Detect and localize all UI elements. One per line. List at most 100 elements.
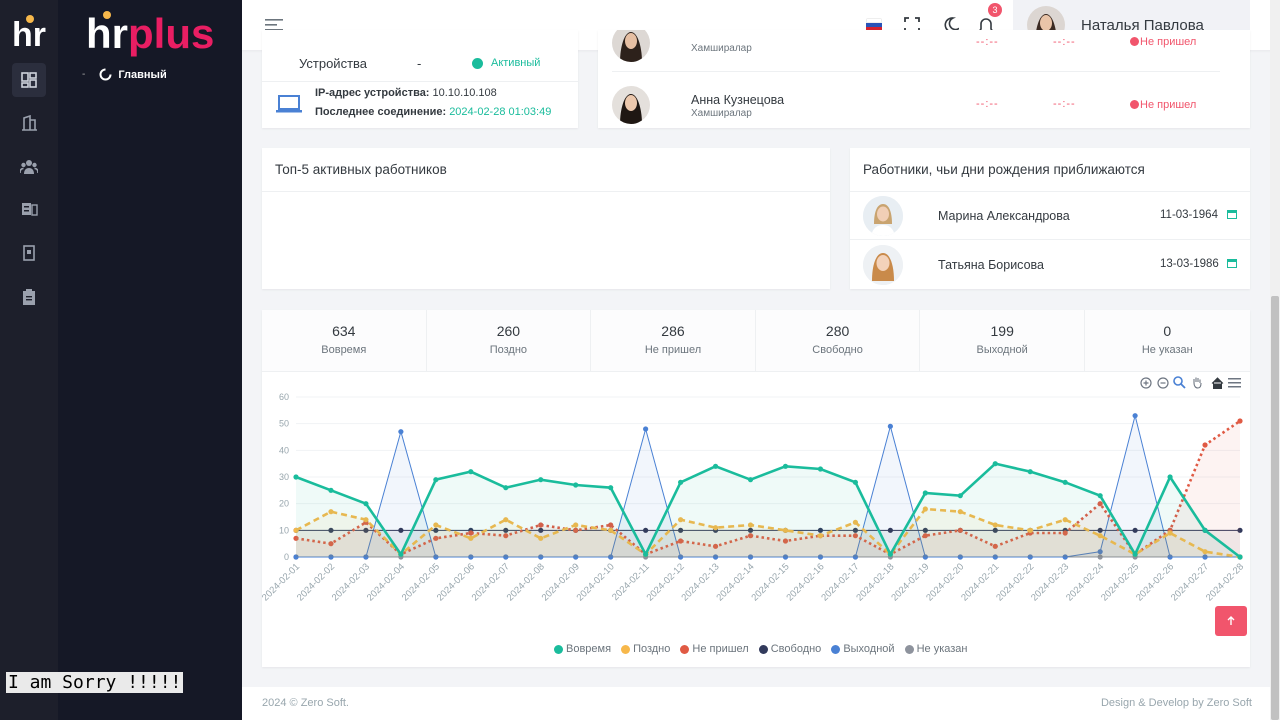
pan-icon[interactable] bbox=[1190, 376, 1203, 389]
scrollbar-thumb[interactable] bbox=[1271, 296, 1279, 720]
data-point bbox=[328, 487, 334, 493]
data-point bbox=[712, 463, 719, 469]
data-point bbox=[538, 477, 544, 483]
data-point bbox=[643, 551, 649, 557]
footer-copyright: 2024 © Zero Soft. bbox=[262, 697, 349, 709]
attendance-line-chart[interactable]: 01020304050602024-02-012024-02-022024-02… bbox=[262, 390, 1250, 640]
legend-item[interactable]: Вовремя bbox=[554, 643, 611, 655]
top5-title: Топ-5 активных работников bbox=[262, 148, 830, 192]
data-point bbox=[782, 463, 789, 469]
employee-name: Анна Кузнецова bbox=[691, 93, 785, 107]
time-in: --:-- bbox=[976, 98, 999, 110]
data-point bbox=[1167, 474, 1173, 480]
stat-label: Выходной bbox=[976, 344, 1028, 356]
footer: 2024 © Zero Soft. Design & Develop by Ze… bbox=[242, 687, 1270, 720]
users-icon[interactable] bbox=[12, 150, 46, 184]
stat-value: 634 bbox=[332, 323, 356, 339]
menu-item-main[interactable]: - Главный bbox=[82, 68, 167, 81]
data-point bbox=[608, 485, 614, 491]
y-tick-label: 50 bbox=[279, 419, 289, 429]
employee-role: Хамширалар bbox=[691, 108, 752, 119]
clipboard-icon[interactable] bbox=[12, 280, 46, 314]
status-dot bbox=[1130, 37, 1139, 46]
stat-value: 0 bbox=[1163, 323, 1172, 339]
legend-item[interactable]: Не указан bbox=[904, 643, 967, 655]
data-point bbox=[293, 474, 299, 480]
svg-text:plus: plus bbox=[128, 10, 214, 57]
device-last-label: Последнее соединение: bbox=[315, 106, 447, 118]
building-icon[interactable] bbox=[12, 106, 46, 140]
stat-value: 280 bbox=[825, 323, 850, 339]
data-point bbox=[468, 469, 474, 475]
legend-item[interactable]: Свободно bbox=[758, 643, 821, 655]
device-last-connection: Последнее соединение: 2024-02-28 01:03:4… bbox=[315, 106, 551, 118]
notification-badge: 3 bbox=[988, 3, 1002, 17]
zoom-in-icon[interactable] bbox=[1139, 376, 1152, 389]
list-item[interactable]: Марина Александрова 11-03-1964 bbox=[850, 192, 1250, 240]
document-icon[interactable] bbox=[12, 236, 46, 270]
chart-menu-icon[interactable] bbox=[1228, 376, 1241, 389]
stat-value: 199 bbox=[990, 323, 1014, 339]
time-out: --:-- bbox=[1053, 98, 1076, 110]
data-point bbox=[1237, 554, 1243, 560]
birthday-name: Марина Александрова bbox=[938, 209, 1070, 223]
data-point bbox=[817, 466, 824, 472]
calendar-icon bbox=[1227, 259, 1237, 268]
spinner-icon bbox=[99, 68, 112, 81]
main-menu: hr plus - Главный bbox=[58, 0, 242, 720]
dashboard-icon[interactable] bbox=[12, 63, 46, 97]
data-point bbox=[433, 477, 439, 483]
device-last-value: 2024-02-28 01:03:49 bbox=[449, 106, 552, 118]
chart-legend: Вовремя Поздно Не пришел Свободно Выходн… bbox=[554, 643, 967, 655]
time-out: --:-- bbox=[1053, 36, 1076, 48]
legend-item[interactable]: Поздно bbox=[621, 643, 670, 655]
scroll-top-button[interactable] bbox=[1215, 606, 1247, 636]
data-point bbox=[573, 482, 579, 488]
x-tick-label: 2024-02-28 bbox=[1204, 561, 1246, 603]
y-tick-label: 0 bbox=[284, 552, 289, 562]
zoom-out-icon[interactable] bbox=[1156, 376, 1169, 389]
attendance-status: Не пришел bbox=[1140, 36, 1197, 48]
data-point bbox=[852, 479, 859, 485]
legend-item[interactable]: Не пришел bbox=[680, 643, 749, 655]
laptop-icon bbox=[276, 95, 302, 113]
stat-label: Не указан bbox=[1141, 344, 1193, 356]
data-point bbox=[643, 527, 649, 533]
top5-card: Топ-5 активных работников bbox=[262, 148, 830, 289]
zoom-icon[interactable] bbox=[1173, 376, 1186, 389]
data-point bbox=[1132, 413, 1138, 419]
menu-item-prefix: - bbox=[82, 69, 86, 80]
list-item[interactable]: Татьяна Борисова 13-03-1986 bbox=[850, 241, 1250, 289]
employee-role: Хамширалар bbox=[691, 43, 752, 54]
attendance-status: Не пришел bbox=[1140, 99, 1197, 111]
id-card-icon[interactable] bbox=[12, 192, 46, 226]
data-point bbox=[1097, 493, 1103, 499]
data-point bbox=[887, 527, 893, 533]
device-dash: - bbox=[417, 56, 422, 71]
y-tick-label: 20 bbox=[279, 499, 289, 509]
data-point bbox=[1202, 442, 1208, 448]
avatar bbox=[863, 245, 903, 285]
status-dot bbox=[1130, 100, 1139, 109]
stat-value: 260 bbox=[496, 323, 521, 339]
data-point bbox=[363, 501, 369, 507]
brand-logo[interactable]: hr plus bbox=[86, 6, 256, 62]
data-point bbox=[1132, 551, 1138, 557]
data-point bbox=[922, 490, 928, 496]
y-tick-label: 60 bbox=[279, 392, 289, 402]
stat-label: Не пришел bbox=[644, 344, 702, 356]
data-point bbox=[1237, 418, 1243, 424]
data-point bbox=[1062, 479, 1068, 485]
legend-item[interactable]: Выходной bbox=[831, 643, 895, 655]
attendance-card: Хамширалар --:-- --:-- Не пришел Анна Ку… bbox=[598, 30, 1250, 128]
data-point bbox=[398, 551, 404, 557]
brand-mini-logo[interactable]: hr bbox=[12, 10, 52, 52]
calendar-icon bbox=[1227, 210, 1237, 219]
device-ip: IP-адрес устройства: 10.10.10.108 bbox=[315, 87, 497, 99]
x-tick-label: 2024-02-10 bbox=[575, 561, 617, 603]
list-item[interactable]: Хамширалар --:-- --:-- Не пришел bbox=[612, 30, 1220, 72]
home-icon[interactable] bbox=[1211, 376, 1224, 389]
data-point bbox=[503, 485, 509, 491]
stat-cell: 199 Выходной bbox=[920, 310, 1085, 372]
list-item[interactable]: Анна Кузнецова Хамширалар --:-- --:-- Не… bbox=[612, 86, 1220, 128]
